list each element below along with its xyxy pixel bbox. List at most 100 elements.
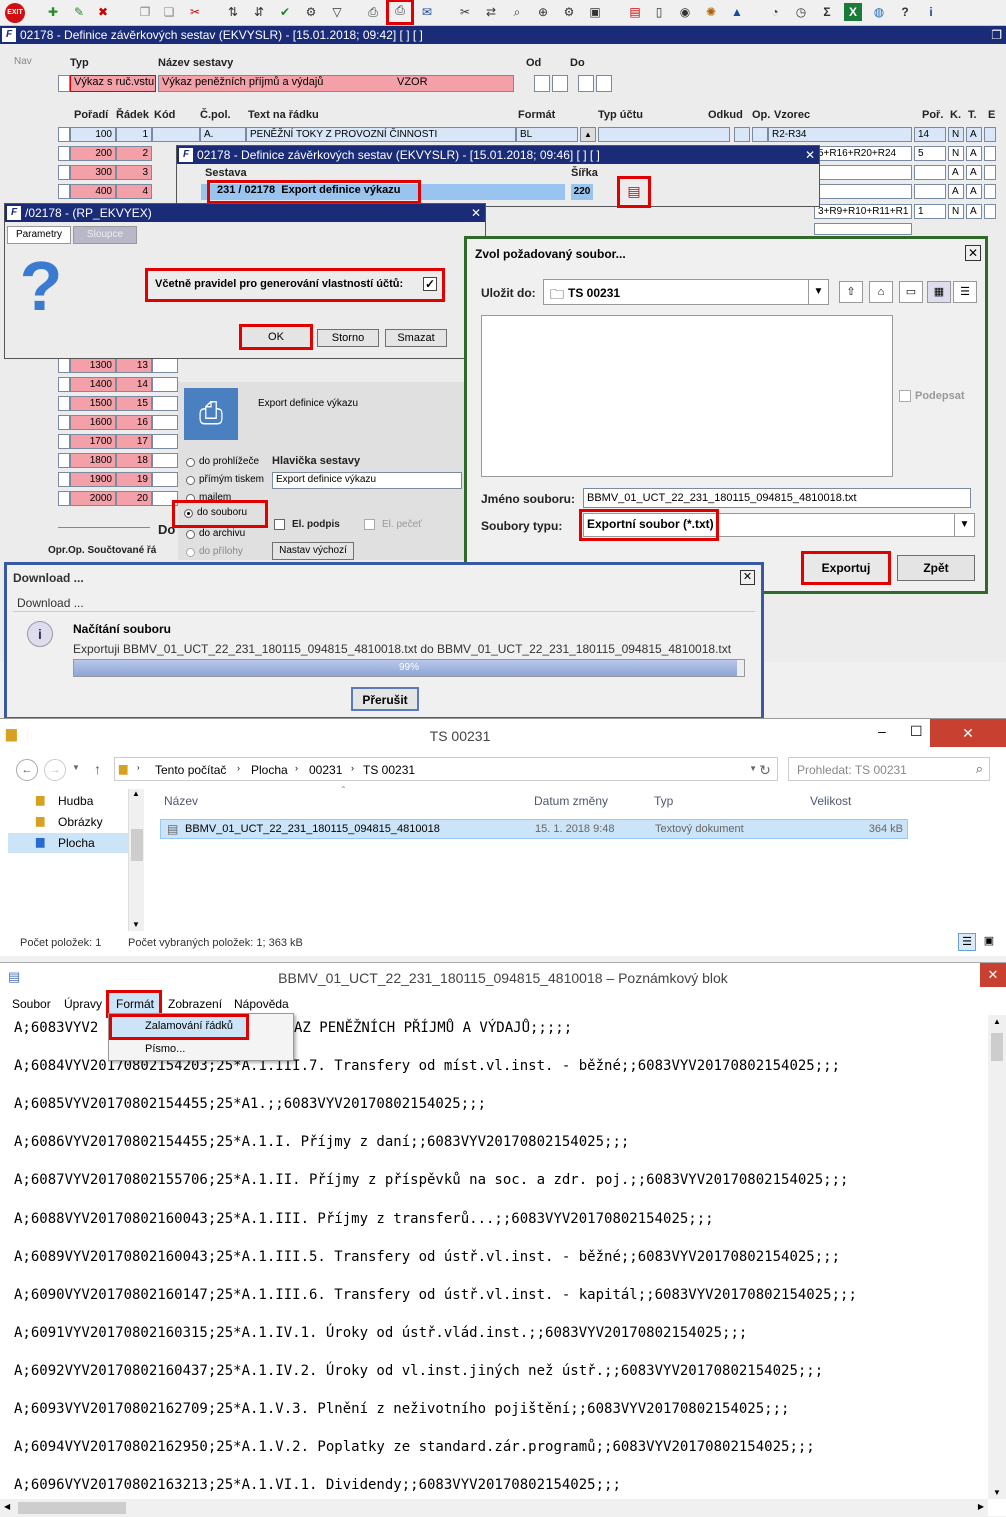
scroll-left-icon[interactable]: ◀ <box>4 1502 10 1511</box>
op2-cell[interactable] <box>752 127 768 142</box>
print-icon[interactable]: ⎙ <box>364 3 382 21</box>
row-selector[interactable] <box>58 146 70 161</box>
row-selector[interactable] <box>58 415 70 430</box>
pdf-export-icon[interactable]: ▤ <box>617 176 651 208</box>
row-selector[interactable] <box>58 358 70 373</box>
document-icon[interactable]: ▯ <box>650 3 668 21</box>
el-pecet-checkbox[interactable] <box>364 519 375 530</box>
settings-icon[interactable]: ⚙ <box>560 3 578 21</box>
vzorec-cell[interactable]: R2-R34 <box>768 127 912 142</box>
col-date[interactable]: Datum změny <box>534 794 608 808</box>
row-selector[interactable] <box>58 165 70 180</box>
folder-up-icon[interactable]: ⇧ <box>839 281 863 303</box>
sestava-selection[interactable]: 231 / 02178 Export definice výkazu <box>207 180 421 204</box>
do-field-2[interactable] <box>596 75 612 92</box>
k-cell[interactable]: A <box>948 184 964 199</box>
refresh-button[interactable]: ↻ <box>754 759 776 781</box>
nav-item-plocha[interactable]: ▆ Plocha <box>8 833 128 853</box>
cpol-cell[interactable]: A. <box>200 127 246 142</box>
add-icon[interactable]: ✚ <box>44 3 62 21</box>
folder-select[interactable]: 🗀 TS 00231 ▼ <box>543 279 829 305</box>
restore-icon[interactable]: ❐ <box>991 26 1002 44</box>
por-cell[interactable]: 1 <box>914 204 946 219</box>
tools-icon[interactable]: ⚙ <box>302 3 320 21</box>
poradi-cell[interactable]: 100 <box>70 127 116 142</box>
radek-cell[interactable]: 16 <box>116 415 152 430</box>
typ-field[interactable]: Výkaz s ruč.vstu <box>70 75 156 92</box>
delete-icon[interactable]: ✖ <box>94 3 112 21</box>
close-icon[interactable]: ✕ <box>965 245 981 261</box>
search-input[interactable]: Prohledat: TS 00231 ⌕ <box>788 757 990 781</box>
filter-icon[interactable]: ▽ <box>328 3 346 21</box>
ok-button[interactable]: OK <box>239 324 313 350</box>
storno-button[interactable]: Storno <box>317 329 379 347</box>
poradi-cell[interactable]: 2000 <box>70 491 116 506</box>
t-cell[interactable]: A <box>966 127 982 142</box>
scroll-down-icon[interactable]: ▼ <box>993 1488 1001 1497</box>
edit-icon[interactable]: ✎ <box>70 3 88 21</box>
tab-parametry[interactable]: Parametry <box>7 226 71 244</box>
k-cell[interactable]: N <box>948 204 964 219</box>
scroll-right-icon[interactable]: ▶ <box>978 1502 984 1511</box>
col-size[interactable]: Velikost <box>810 794 851 808</box>
forward-button[interactable]: → <box>44 759 66 781</box>
close-icon[interactable]: ✕ <box>740 570 755 585</box>
hlavicka-input[interactable]: Export definice výkazu <box>272 472 462 489</box>
poradi-cell[interactable]: 1300 <box>70 358 116 373</box>
radek-cell[interactable]: 1 <box>116 127 152 142</box>
details-view-icon[interactable]: ☰ <box>958 933 976 951</box>
t-cell[interactable]: A <box>966 184 982 199</box>
nastav-vychozi-button[interactable]: Nastav výchozí <box>272 542 354 560</box>
chevron-down-icon[interactable]: ▼ <box>808 280 828 304</box>
kod-cell[interactable] <box>152 396 178 411</box>
e-cell[interactable] <box>984 127 996 142</box>
row-selector[interactable] <box>58 453 70 468</box>
t-cell[interactable]: A <box>966 204 982 219</box>
minimize-icon[interactable]: – <box>878 723 886 739</box>
nazev-field[interactable]: Výkaz peněžních příjmů a výdajů VZOR <box>158 75 514 92</box>
e-cell[interactable] <box>984 184 996 199</box>
od-field-1[interactable] <box>534 75 550 92</box>
close-icon[interactable]: ✕ <box>471 204 481 222</box>
radek-cell[interactable]: 4 <box>116 184 152 199</box>
window-icon[interactable]: ▣ <box>586 3 604 21</box>
close-icon[interactable]: ✕ <box>930 719 1006 747</box>
smazat-button[interactable]: Smazat <box>385 329 447 347</box>
web-icon[interactable]: ◍ <box>870 3 888 21</box>
excel-icon[interactable]: X <box>844 3 862 21</box>
zpet-button[interactable]: Zpět <box>897 555 975 581</box>
kod-cell[interactable] <box>152 358 178 373</box>
row-selector[interactable] <box>58 184 70 199</box>
poradi-cell[interactable]: 1500 <box>70 396 116 411</box>
chevron-down-icon[interactable]: ▼ <box>72 763 80 772</box>
scroll-up-button[interactable]: ▲ <box>580 127 596 142</box>
sort-icon[interactable]: ⇅ <box>224 3 242 21</box>
vzorec-cell[interactable] <box>814 165 912 180</box>
radek-cell[interactable]: 13 <box>116 358 152 373</box>
menu-soubor[interactable]: Soubor <box>12 997 51 1011</box>
menu-item-zalamovani[interactable]: Zalamování řádků <box>109 1014 249 1040</box>
new-folder-icon[interactable]: ▭ <box>899 281 923 303</box>
kod-cell[interactable] <box>152 472 178 487</box>
sort-desc-icon[interactable]: ⇵ <box>250 3 268 21</box>
radio-tiskem[interactable] <box>186 476 195 485</box>
radek-cell[interactable]: 3 <box>116 165 152 180</box>
back-button[interactable]: ← <box>16 759 38 781</box>
el-podpis-checkbox[interactable] <box>274 519 285 530</box>
row-selector[interactable] <box>58 396 70 411</box>
poradi-cell[interactable]: 1700 <box>70 434 116 449</box>
kod-cell[interactable] <box>152 453 178 468</box>
close-icon[interactable]: ✕ <box>980 963 1006 987</box>
clock-icon[interactable]: ◷ <box>792 3 810 21</box>
radek-cell[interactable]: 15 <box>116 396 152 411</box>
list-view-icon[interactable]: ☰ <box>953 281 977 303</box>
nav-scrollbar[interactable]: ▲ ▼ <box>128 789 144 931</box>
kod-cell[interactable] <box>152 434 178 449</box>
copy-icon[interactable]: ❐ <box>136 3 154 21</box>
scroll-down-icon[interactable]: ▼ <box>132 920 140 929</box>
prerusit-button[interactable]: Přerušit <box>351 687 419 711</box>
por-cell[interactable]: 5 <box>914 146 946 161</box>
menu-napoveda[interactable]: Nápověda <box>234 997 289 1011</box>
rules-checkbox[interactable]: ✓ <box>423 277 437 291</box>
menu-item-pismo[interactable]: Písmo... <box>145 1043 185 1055</box>
